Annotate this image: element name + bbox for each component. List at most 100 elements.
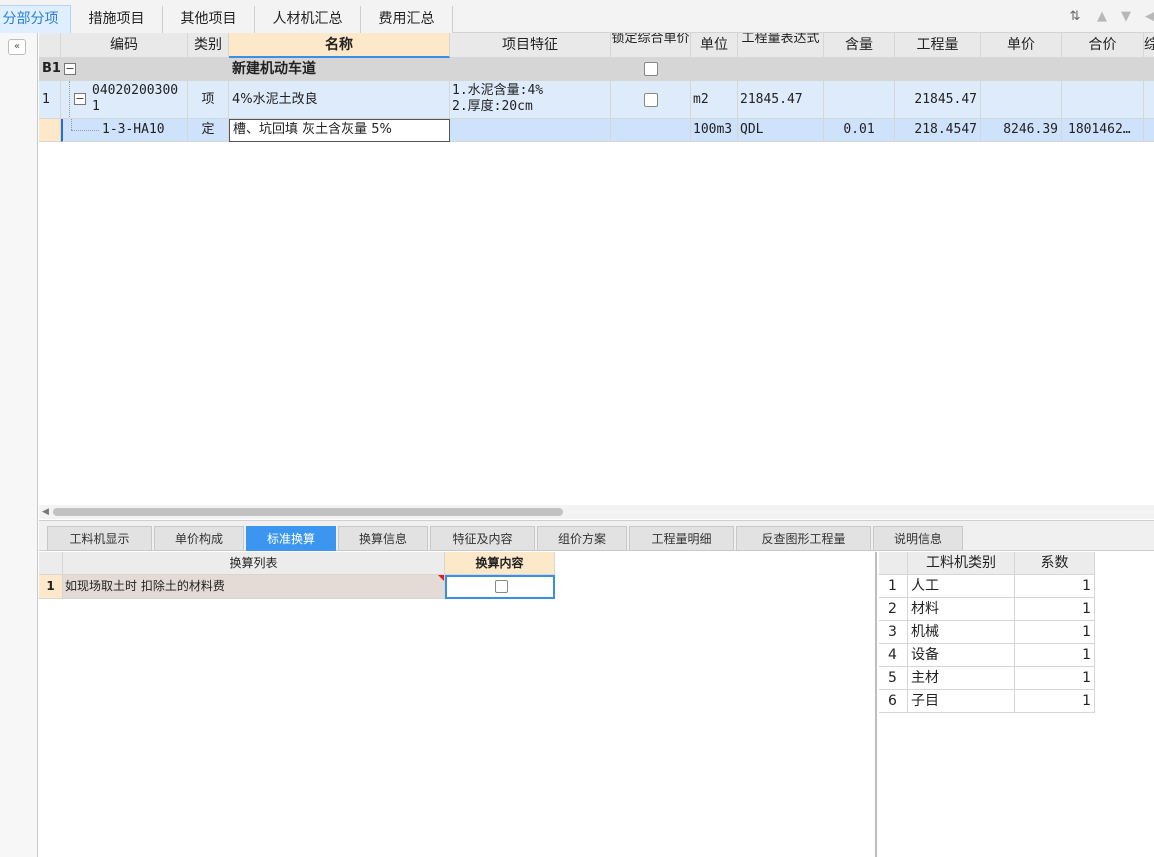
header-content[interactable]: 含量 bbox=[824, 33, 895, 58]
type-cell[interactable]: 项 bbox=[188, 81, 229, 119]
name-cell[interactable]: 新建机动车道 bbox=[229, 58, 450, 81]
table-row[interactable]: 4 设备 1 bbox=[879, 644, 1095, 667]
tab-quantity-details[interactable]: 工程量明细 bbox=[629, 526, 734, 551]
header-quantity[interactable]: 工程量 bbox=[895, 33, 981, 58]
expr-cell[interactable] bbox=[738, 58, 824, 81]
feature-cell[interactable] bbox=[450, 58, 611, 81]
expr-cell[interactable]: QDL bbox=[738, 119, 824, 142]
name-cell-editing[interactable]: 槽、坑回填 灰土含灰量 5% bbox=[229, 119, 450, 142]
header-total-price[interactable]: 合价 bbox=[1062, 33, 1144, 58]
quantity-cell[interactable] bbox=[895, 58, 981, 81]
expr-cell[interactable]: 21845.47 bbox=[738, 81, 824, 119]
table-row[interactable]: 1 − 04020200300 1 项 4%水泥土改良 1.水泥含量:4% 2.… bbox=[39, 81, 1154, 119]
table-row[interactable]: 1-3-HA10 定 槽、坑回填 灰土含灰量 5% 100m3 QDL 0.01… bbox=[39, 119, 1154, 142]
tab-features-content[interactable]: 特征及内容 bbox=[430, 526, 535, 551]
feature-cell[interactable] bbox=[450, 119, 611, 142]
header-coefficient[interactable]: 系数 bbox=[1015, 552, 1095, 575]
scrollbar-thumb[interactable] bbox=[53, 508, 563, 516]
tab-other-items[interactable]: 其他项目 bbox=[163, 6, 255, 33]
category-cell[interactable]: 主材 bbox=[908, 667, 1015, 690]
total-cell[interactable]: 1801462… bbox=[1062, 119, 1144, 142]
header-conversion-list[interactable]: 换算列表 bbox=[63, 552, 445, 575]
lock-cell[interactable] bbox=[611, 119, 691, 142]
content-cell[interactable] bbox=[824, 58, 895, 81]
price-cell[interactable]: 8246.39 bbox=[981, 119, 1062, 142]
tab-reverse-graphic-quantity[interactable]: 反查图形工程量 bbox=[736, 526, 871, 551]
collapse-panel-button[interactable]: « bbox=[8, 39, 26, 55]
header-name[interactable]: 名称 bbox=[229, 33, 450, 58]
code-cell[interactable]: 1-3-HA10 bbox=[61, 119, 188, 142]
move-left-icon[interactable]: ◀ bbox=[1142, 9, 1154, 25]
price-cell[interactable] bbox=[981, 58, 1062, 81]
lock-price-checkbox[interactable] bbox=[644, 62, 658, 76]
extra-cell[interactable] bbox=[1144, 81, 1154, 119]
tab-division-items[interactable]: 分部分项 bbox=[0, 5, 71, 33]
unit-cell[interactable]: m2 bbox=[691, 81, 738, 119]
category-cell[interactable]: 材料 bbox=[908, 598, 1015, 621]
lock-price-checkbox[interactable] bbox=[644, 93, 658, 107]
tab-cost-summary[interactable]: 费用汇总 bbox=[361, 6, 453, 33]
total-cell[interactable] bbox=[1062, 58, 1144, 81]
tab-pricing-scheme[interactable]: 组价方案 bbox=[537, 526, 627, 551]
extra-cell[interactable] bbox=[1144, 58, 1154, 81]
coefficient-cell[interactable]: 1 bbox=[1015, 621, 1095, 644]
unit-cell[interactable] bbox=[691, 58, 738, 81]
collapse-icon[interactable]: − bbox=[64, 63, 76, 75]
table-row[interactable]: 2 材料 1 bbox=[879, 598, 1095, 621]
table-row[interactable]: 1 如现场取土时 扣除土的材料费 bbox=[39, 575, 555, 599]
lock-cell[interactable] bbox=[611, 58, 691, 81]
header-unit[interactable]: 单位 bbox=[691, 33, 738, 58]
tab-labor-material-display[interactable]: 工料机显示 bbox=[47, 526, 152, 551]
category-cell[interactable]: 机械 bbox=[908, 621, 1015, 644]
table-row[interactable]: 1 人工 1 bbox=[879, 575, 1095, 598]
quantity-cell[interactable]: 21845.47 bbox=[895, 81, 981, 119]
move-up-icon[interactable]: ▲ bbox=[1094, 9, 1110, 25]
lock-cell[interactable] bbox=[611, 81, 691, 119]
coefficient-cell[interactable]: 1 bbox=[1015, 575, 1095, 598]
quantity-cell[interactable]: 218.4547 bbox=[895, 119, 981, 142]
header-conversion-content[interactable]: 换算内容 bbox=[445, 552, 555, 575]
conversion-checkbox[interactable] bbox=[495, 580, 508, 593]
header-truncated[interactable]: 综 bbox=[1144, 33, 1154, 58]
collapse-icon[interactable]: − bbox=[74, 93, 86, 105]
tab-description-info[interactable]: 说明信息 bbox=[873, 526, 963, 551]
type-cell[interactable] bbox=[188, 58, 229, 81]
header-type[interactable]: 类别 bbox=[188, 33, 229, 58]
type-cell[interactable]: 定 bbox=[188, 119, 229, 142]
table-row[interactable]: 6 子目 1 bbox=[879, 690, 1095, 713]
tab-unit-price-composition[interactable]: 单价构成 bbox=[154, 526, 244, 551]
move-down-icon[interactable]: ▼ bbox=[1118, 9, 1134, 25]
name-cell[interactable]: 4%水泥土改良 bbox=[229, 81, 450, 119]
feature-cell[interactable]: 1.水泥含量:4% 2.厚度:20cm bbox=[450, 81, 611, 119]
header-code[interactable]: 编码 bbox=[61, 33, 188, 58]
coefficient-cell[interactable]: 1 bbox=[1015, 667, 1095, 690]
category-cell[interactable]: 人工 bbox=[908, 575, 1015, 598]
tab-conversion-info[interactable]: 换算信息 bbox=[338, 526, 428, 551]
content-cell[interactable]: 0.01 bbox=[824, 119, 895, 142]
header-unit-price[interactable]: 单价 bbox=[981, 33, 1062, 58]
header-quantity-expression[interactable]: 工程量表达式 bbox=[738, 33, 824, 58]
table-row[interactable]: 5 主材 1 bbox=[879, 667, 1095, 690]
conversion-item[interactable]: 如现场取土时 扣除土的材料费 bbox=[63, 575, 445, 599]
code-cell[interactable]: − bbox=[61, 58, 188, 81]
tab-measures[interactable]: 措施项目 bbox=[71, 6, 163, 33]
scroll-left-icon[interactable]: ◀ bbox=[42, 507, 49, 517]
header-feature[interactable]: 项目特征 bbox=[450, 33, 611, 58]
header-lock-price[interactable]: 锁定综合单价 bbox=[611, 33, 691, 58]
category-cell[interactable]: 子目 bbox=[908, 690, 1015, 713]
tab-standard-conversion[interactable]: 标准换算 bbox=[246, 526, 336, 551]
table-row[interactable]: 3 机械 1 bbox=[879, 621, 1095, 644]
coefficient-cell[interactable]: 1 bbox=[1015, 644, 1095, 667]
header-category[interactable]: 工料机类别 bbox=[908, 552, 1015, 575]
code-cell[interactable]: − 04020200300 1 bbox=[61, 81, 188, 119]
horizontal-scrollbar[interactable]: ◀ bbox=[39, 505, 1154, 519]
category-cell[interactable]: 设备 bbox=[908, 644, 1015, 667]
sort-icon[interactable]: ⇅ bbox=[1067, 9, 1083, 25]
tab-labor-material-summary[interactable]: 人材机汇总 bbox=[255, 6, 361, 33]
total-cell[interactable] bbox=[1062, 81, 1144, 119]
table-row[interactable]: B1 − 新建机动车道 bbox=[39, 58, 1154, 81]
unit-cell[interactable]: 100m3 bbox=[691, 119, 738, 142]
content-cell[interactable] bbox=[824, 81, 895, 119]
coefficient-cell[interactable]: 1 bbox=[1015, 690, 1095, 713]
price-cell[interactable] bbox=[981, 81, 1062, 119]
